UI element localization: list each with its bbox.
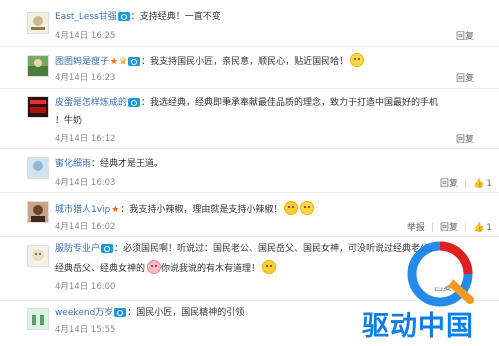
comment-text: ：我支持国民小匠，亲民意，顺民心，贴近国民哈！ (141, 57, 349, 67)
verified-icon (101, 244, 114, 253)
laugh-emoticon-icon (284, 201, 299, 215)
report-button[interactable]: 举报 (407, 220, 425, 233)
username[interactable]: 皮蛋是怎样炼成的 (55, 98, 127, 108)
comment-time: 4月14日 16:03 (55, 178, 116, 188)
comment-time: 4月14日 16:23 (55, 73, 116, 83)
username[interactable]: East_Less甘强 (55, 12, 117, 22)
comment-item: 皮蛋是怎样炼成的 ：我选经典，经典即秉承奉献最佳品质的理念，致力于打造中国最好的手… (0, 88, 499, 149)
username[interactable]: 图图妈是瘦子 (55, 57, 109, 67)
star-icon: ★ (110, 57, 119, 67)
comment-time: 4月14日 16:00 (55, 282, 116, 292)
comment-item: 城市猎人1vip★：我支持小辣椒，理由就是支持小辣椒！ 4月14日 16:02 … (0, 192, 499, 237)
avatar[interactable] (27, 96, 49, 118)
watermark-text: 驱动中国 (362, 311, 474, 342)
verified-icon (128, 57, 141, 66)
verified-icon (128, 98, 141, 107)
avatar[interactable] (27, 157, 49, 179)
reply-button[interactable]: 回复 (456, 29, 474, 42)
comment-text: ：支持经典！一直不变 (130, 12, 221, 22)
username[interactable]: weekend万岁 (55, 308, 113, 318)
reply-button[interactable]: 回复 (440, 176, 458, 189)
comment-time: 4月14日 16:12 (55, 134, 116, 144)
verified-icon (117, 12, 130, 21)
star-icon: ★ (111, 205, 120, 215)
comment-time: 4月14日 16:02 (55, 222, 116, 232)
avatar[interactable] (27, 201, 49, 223)
avatar[interactable] (27, 55, 49, 77)
avatar[interactable] (27, 245, 49, 267)
avatar[interactable] (27, 12, 49, 34)
comment-text: ：必须国民啊！听说过：国民老公、国民岳父、国民女神，可没听说过经典老公、 (114, 244, 439, 254)
username[interactable]: 蜜化细雨 (55, 159, 91, 169)
cat-emoticon-icon (147, 260, 162, 274)
reply-button[interactable]: 回复 (456, 71, 474, 84)
comment-text: ：我支持小辣椒，理由就是支持小辣椒！ (120, 205, 283, 215)
laugh-emoticon-icon (262, 260, 277, 274)
avatar[interactable] (27, 308, 49, 330)
reply-button[interactable]: 回复 (456, 132, 474, 145)
reply-button[interactable]: 回复 (440, 220, 458, 233)
comment-text: ：经典才是王道。 (91, 159, 164, 169)
thumbs-up-icon: 👍 (473, 179, 485, 189)
verified-icon (114, 308, 127, 317)
like-button[interactable]: 👍 1 (473, 223, 492, 233)
watermark-logo-icon (404, 238, 476, 310)
thumbs-up-icon: 👍 (473, 223, 485, 233)
like-button[interactable]: 👍 1 (473, 179, 492, 189)
comment-item: 图图妈是瘦子★♛ ：我支持国民小匠，亲民意，顺民心，贴近国民哈！ 4月14日 16… (0, 46, 499, 89)
comment-text: ：我选经典，经典即秉承奉献最佳品质的理念，致力于打造中国最好的手机 (141, 98, 439, 108)
comment-time: 4月14日 15:55 (55, 325, 116, 335)
comment-text-continued: 经典岳父、经典女神的 (55, 264, 146, 274)
crown-icon: ♛ (119, 57, 128, 67)
comment-item: East_Less甘强 ：支持经典！一直不变 4月14日 16:25 回复 (0, 0, 499, 47)
smile-emoticon-icon (350, 53, 365, 67)
comment-time: 4月14日 16:25 (55, 31, 116, 41)
username[interactable]: 城市猎人1vip (55, 205, 110, 215)
comment-text-continued: ！牛奶 (55, 116, 83, 126)
comment-item: 蜜化细雨：经典才是王道。 4月14日 16:03 回复 | 👍 1 (0, 148, 499, 193)
username[interactable]: 服防专业户 (55, 244, 100, 254)
comment-text-continued: 你说我说的有木有道理！ (161, 264, 261, 274)
comment-text: ：国民小匠，国民精神的引领 (127, 308, 245, 318)
grin-emoticon-icon (300, 201, 315, 215)
